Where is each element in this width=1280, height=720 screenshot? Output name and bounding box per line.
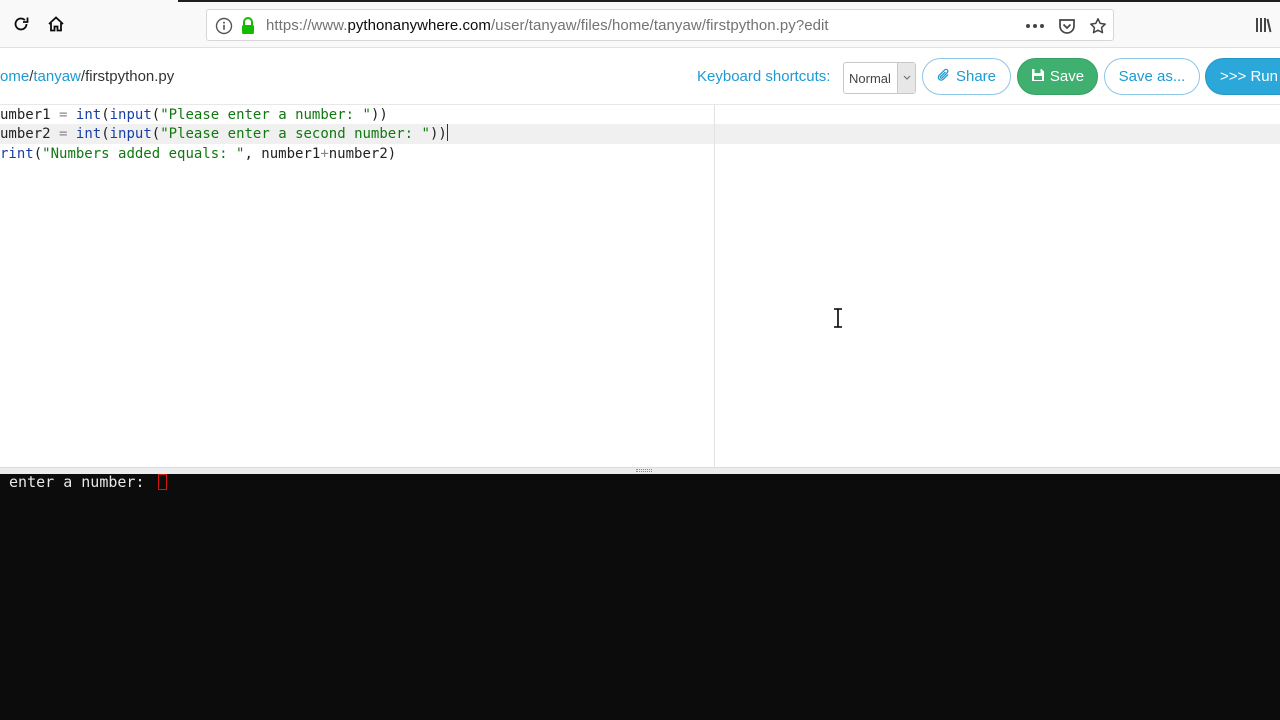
code-token: )) [429,126,447,142]
editor-right-area[interactable] [715,105,1280,467]
lock-icon[interactable] [239,16,257,36]
code-token: ( [151,126,161,142]
breadcrumb-home[interactable]: ome [0,68,29,85]
code-token: input [109,126,152,142]
ibeam-cursor-icon [834,308,842,328]
text-cursor [446,124,448,141]
keybinding-select[interactable]: Normal [843,62,916,94]
console-line: enter a number: [0,474,167,491]
url-path: /user/tanyaw/files/home/tanyaw/firstpyth… [490,17,829,34]
code-editor[interactable]: umber1 = int(input("Please enter a numbe… [0,105,715,467]
home-icon[interactable] [44,12,68,36]
tab-strip-edge [178,0,1280,2]
console-resize-handle[interactable] [0,467,1280,474]
url-host: pythonanywhere.com [347,17,491,34]
pocket-icon[interactable] [1056,16,1078,36]
save-button[interactable]: Save [1017,58,1098,95]
library-icon[interactable] [1254,15,1274,35]
info-icon[interactable] [215,17,233,35]
breadcrumb-user[interactable]: tanyaw [33,68,81,85]
code-token: umber1 [0,107,60,123]
address-bar[interactable]: https://www.pythonanywhere.com/user/tany… [206,9,1114,41]
paperclip-icon [937,67,951,87]
code-line[interactable]: umber2 = int(input("Please enter a secon… [0,124,448,144]
breadcrumb-file: firstpython.py [85,68,175,85]
grip-icon [636,469,652,472]
code-token: ( [151,107,161,123]
code-token: "Numbers added equals: " [42,146,245,162]
print-margin [714,105,715,467]
code-token: input [109,107,152,123]
share-button[interactable]: Share [922,58,1011,95]
reload-icon[interactable] [9,12,33,36]
code-token: ( [101,107,110,123]
url-prefix: https://www. [266,17,348,34]
console-output[interactable]: enter a number: [0,474,1280,720]
code-line[interactable]: umber1 = int(input("Please enter a numbe… [0,105,388,125]
code-token: umber2 [0,126,60,142]
run-button[interactable]: >>> Run [1205,58,1280,95]
code-token: int [75,107,102,123]
code-token: + [320,146,329,162]
code-token: )) [370,107,388,123]
chevron-down-icon [897,63,915,93]
keybinding-select-value: Normal [849,71,891,86]
floppy-disk-icon [1031,68,1045,86]
breadcrumb: ome/tanyaw/firstpython.py [0,68,174,85]
url-text[interactable]: https://www.pythonanywhere.com/user/tany… [266,17,829,34]
code-token: , number1 [244,146,321,162]
more-icon[interactable] [1024,16,1046,36]
save-as-button[interactable]: Save as... [1104,58,1200,95]
browser-toolbar: https://www.pythonanywhere.com/user/tany… [0,0,1280,48]
code-token: ( [101,126,110,142]
code-token: number2) [328,146,397,162]
editor-header: ome/tanyaw/firstpython.py Keyboard short… [0,48,1280,105]
share-button-label: Share [955,68,997,85]
console-prompt-text: enter a number: [0,473,154,491]
star-icon[interactable] [1087,16,1109,36]
code-line[interactable]: rint("Numbers added equals: ", number1+n… [0,144,396,164]
code-token: ( [33,146,43,162]
active-line-highlight [715,124,1280,144]
code-token: "Please enter a number: " [160,107,371,123]
console-cursor [157,474,167,490]
run-button-label: >>> Run [1220,68,1278,85]
code-token: "Please enter a second number: " [160,126,430,142]
save-as-button-label: Save as... [1118,68,1186,85]
code-token: int [75,126,102,142]
save-button-label: Save [1049,68,1085,85]
code-token: rint [0,146,34,162]
keyboard-shortcuts-link[interactable]: Keyboard shortcuts: [697,68,830,85]
